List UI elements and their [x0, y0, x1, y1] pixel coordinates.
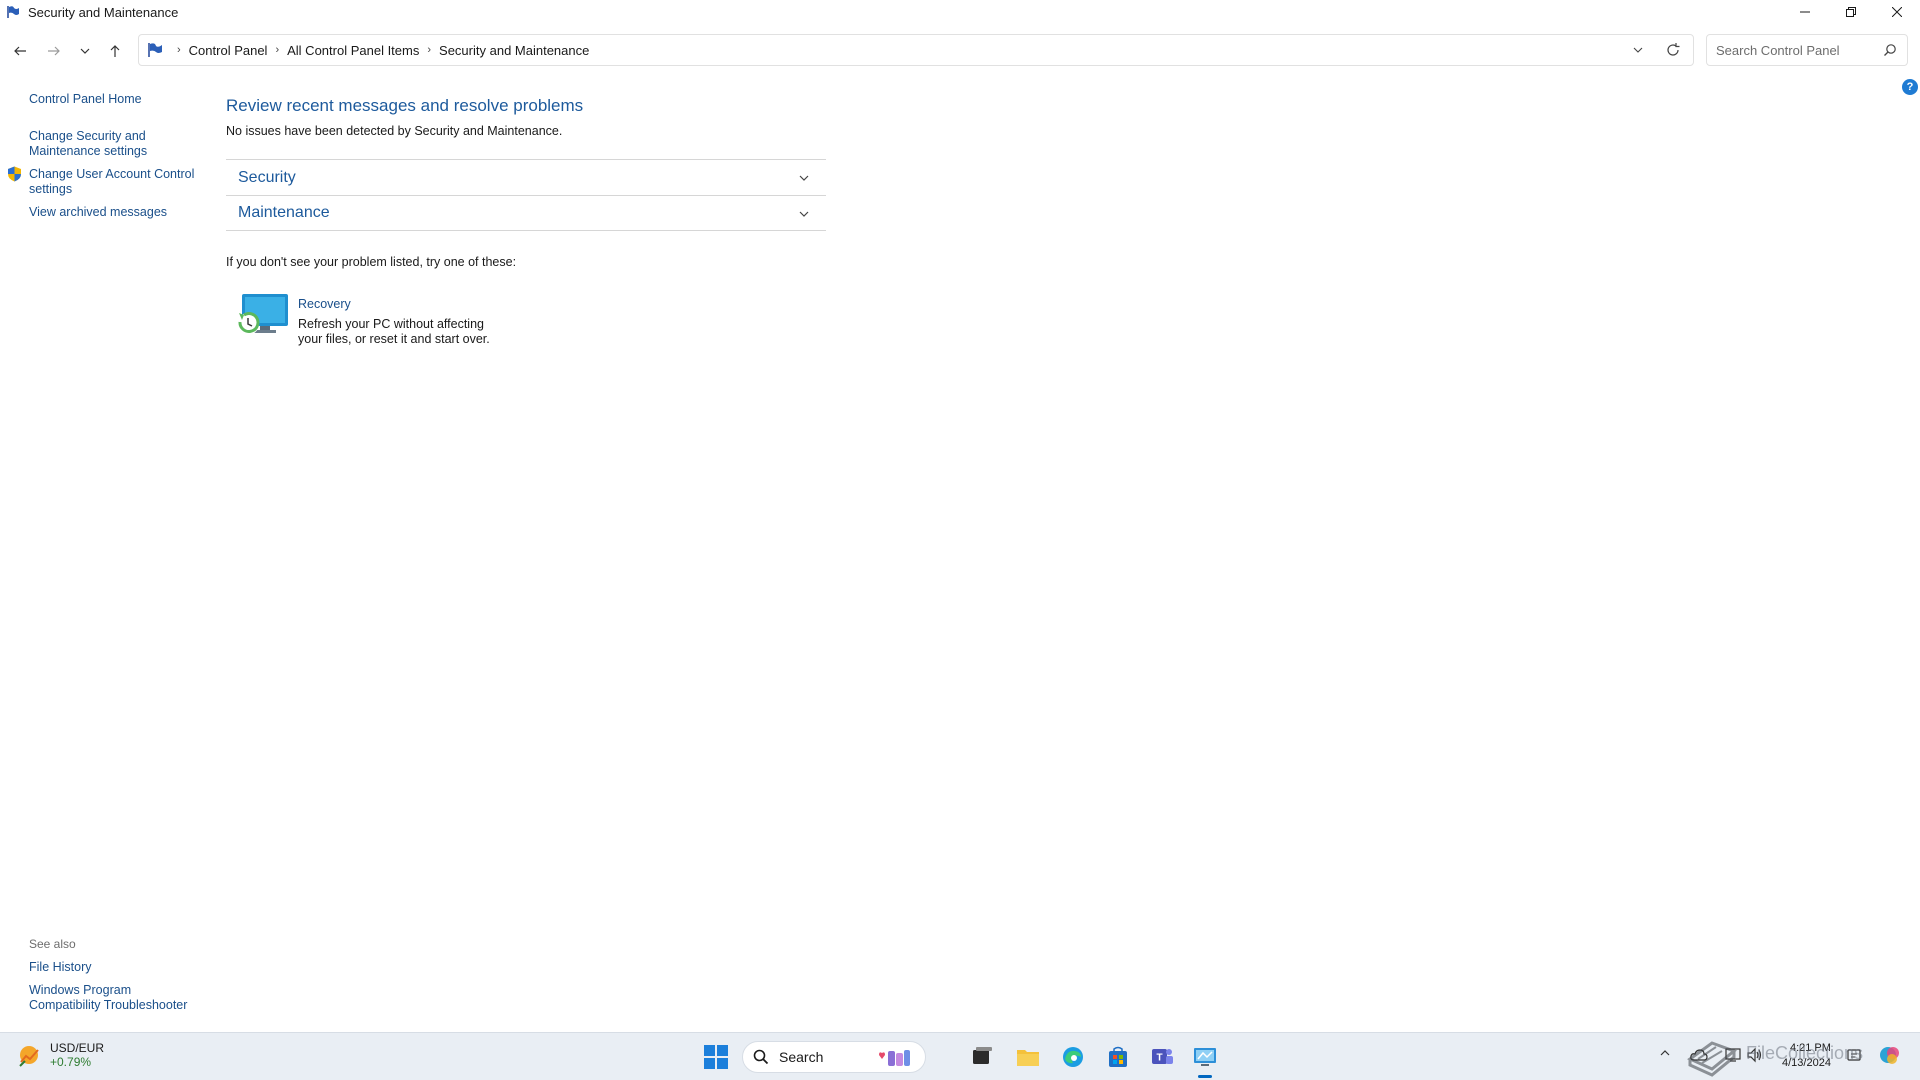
- navigation-bar: › Control Panel › All Control Panel Item…: [0, 32, 1920, 68]
- control-panel-taskbar-button[interactable]: [1190, 1042, 1220, 1078]
- forward-button[interactable]: [43, 40, 65, 62]
- maintenance-section-header[interactable]: Maintenance: [226, 195, 826, 231]
- currency-chart-icon: [19, 1046, 39, 1067]
- search-icon[interactable]: [1883, 43, 1897, 57]
- close-icon: [1892, 7, 1902, 17]
- desc-line-1: Refresh your PC without affecting: [298, 317, 484, 331]
- change-security-settings-link[interactable]: Change Security and Maintenance settings: [29, 129, 147, 159]
- breadcrumb-separator[interactable]: ›: [177, 44, 181, 56]
- teams-button[interactable]: T: [1147, 1042, 1177, 1072]
- link-line-2[interactable]: Maintenance settings: [29, 144, 147, 159]
- link-line-1[interactable]: Change Security and: [29, 129, 147, 144]
- chevron-down-icon[interactable]: [798, 172, 810, 184]
- title-bar: Security and Maintenance: [0, 0, 1920, 24]
- link-line-1[interactable]: Change User Account Control: [29, 167, 194, 182]
- troubleshoot-hint: If you don't see your problem listed, tr…: [226, 255, 517, 269]
- breadcrumb-separator[interactable]: ›: [427, 44, 431, 56]
- uac-shield-icon: [8, 166, 21, 182]
- status-message: No issues have been detected by Security…: [226, 124, 563, 138]
- compatibility-troubleshooter-link[interactable]: Windows Program Compatibility Troublesho…: [29, 983, 187, 1013]
- search-highlight-icon: [879, 1050, 910, 1066]
- search-icon: [753, 1049, 769, 1065]
- security-flag-icon: [7, 6, 19, 18]
- view-archived-messages-link[interactable]: View archived messages: [29, 205, 167, 220]
- taskbar-search[interactable]: Search: [742, 1041, 926, 1073]
- security-flag-icon: [148, 43, 162, 57]
- notifications-icon[interactable]: [1846, 1047, 1862, 1063]
- breadcrumb-security-maintenance[interactable]: Security and Maintenance: [439, 43, 589, 58]
- taskbar: USD/EUR +0.79% Search T 4:21 PM 4/13/202…: [0, 1032, 1920, 1080]
- search-label: Search: [779, 1049, 824, 1065]
- close-button[interactable]: [1874, 0, 1920, 24]
- restore-icon: [1846, 7, 1856, 17]
- back-button[interactable]: [9, 40, 31, 62]
- chevron-down-icon[interactable]: [798, 208, 810, 220]
- page-heading: Review recent messages and resolve probl…: [226, 96, 584, 115]
- section-label[interactable]: Maintenance: [238, 204, 330, 222]
- clock-date: 4/13/2024: [1782, 1057, 1831, 1069]
- security-section-header[interactable]: Security: [226, 159, 826, 195]
- svg-text:T: T: [1156, 1053, 1162, 1064]
- folder-icon: [1017, 1050, 1039, 1066]
- arrow-left-icon: [14, 46, 26, 56]
- recovery-link[interactable]: Recovery: [298, 297, 351, 311]
- clock-time: 4:21 PM: [1789, 1042, 1831, 1054]
- search-box[interactable]: Search Control Panel: [1706, 34, 1908, 66]
- desc-line-2: your files, or reset it and start over.: [298, 332, 490, 346]
- breadcrumb-all-items[interactable]: All Control Panel Items: [287, 43, 419, 58]
- edge-browser-button[interactable]: [1058, 1042, 1088, 1072]
- minimize-button[interactable]: [1782, 0, 1828, 24]
- ticker-change: +0.79%: [50, 1055, 92, 1069]
- breadcrumb-separator[interactable]: ›: [275, 44, 279, 56]
- network-icon[interactable]: [1724, 1047, 1742, 1063]
- task-view-icon: [973, 1047, 992, 1064]
- onedrive-cloud-icon[interactable]: [1690, 1047, 1708, 1063]
- link-line-2[interactable]: settings: [29, 182, 194, 197]
- minimize-icon: [1800, 11, 1810, 13]
- address-history-chevron-icon[interactable]: [1631, 43, 1645, 57]
- file-explorer-button[interactable]: [1013, 1042, 1043, 1072]
- refresh-icon[interactable]: [1665, 42, 1681, 58]
- microsoft-store-button[interactable]: [1103, 1042, 1133, 1072]
- up-button[interactable]: [104, 40, 126, 62]
- link-line-2[interactable]: Compatibility Troubleshooter: [29, 998, 187, 1013]
- search-input[interactable]: Search Control Panel: [1716, 43, 1840, 58]
- arrow-right-icon: [48, 46, 60, 56]
- copilot-icon[interactable]: [1878, 1043, 1902, 1067]
- breadcrumb-control-panel[interactable]: Control Panel: [189, 43, 268, 58]
- store-bag-icon: [1109, 1046, 1127, 1067]
- see-also-heading: See also: [29, 937, 76, 951]
- widgets-button[interactable]: USD/EUR +0.79%: [16, 1041, 104, 1069]
- system-clock[interactable]: 4:21 PM 4/13/2024: [1782, 1041, 1831, 1071]
- control-panel-icon: [1194, 1048, 1216, 1066]
- chevron-up-icon[interactable]: [1659, 1047, 1671, 1059]
- volume-icon[interactable]: [1746, 1047, 1764, 1063]
- teams-icon: T: [1152, 1049, 1173, 1064]
- address-bar[interactable]: › Control Panel › All Control Panel Item…: [138, 34, 1694, 66]
- recent-locations-button[interactable]: [74, 40, 96, 62]
- link-line-1[interactable]: Windows Program: [29, 983, 187, 998]
- chevron-down-icon: [80, 48, 90, 54]
- help-button[interactable]: ?: [1902, 79, 1918, 95]
- file-history-link[interactable]: File History: [29, 960, 92, 975]
- ticker-name: USD/EUR: [50, 1041, 105, 1055]
- edge-browser-icon: [1063, 1047, 1083, 1067]
- control-panel-home-link[interactable]: Control Panel Home: [29, 92, 142, 107]
- restore-button[interactable]: [1828, 0, 1874, 24]
- section-label[interactable]: Security: [238, 169, 296, 187]
- start-windows-icon[interactable]: [704, 1045, 728, 1069]
- recovery-icon[interactable]: [236, 292, 290, 338]
- window-title: Security and Maintenance: [28, 4, 179, 20]
- recovery-description: Refresh your PC without affecting your f…: [298, 317, 498, 347]
- arrow-up-icon: [110, 45, 120, 57]
- change-uac-settings-link[interactable]: Change User Account Control settings: [29, 167, 194, 197]
- task-view-button[interactable]: [967, 1042, 997, 1072]
